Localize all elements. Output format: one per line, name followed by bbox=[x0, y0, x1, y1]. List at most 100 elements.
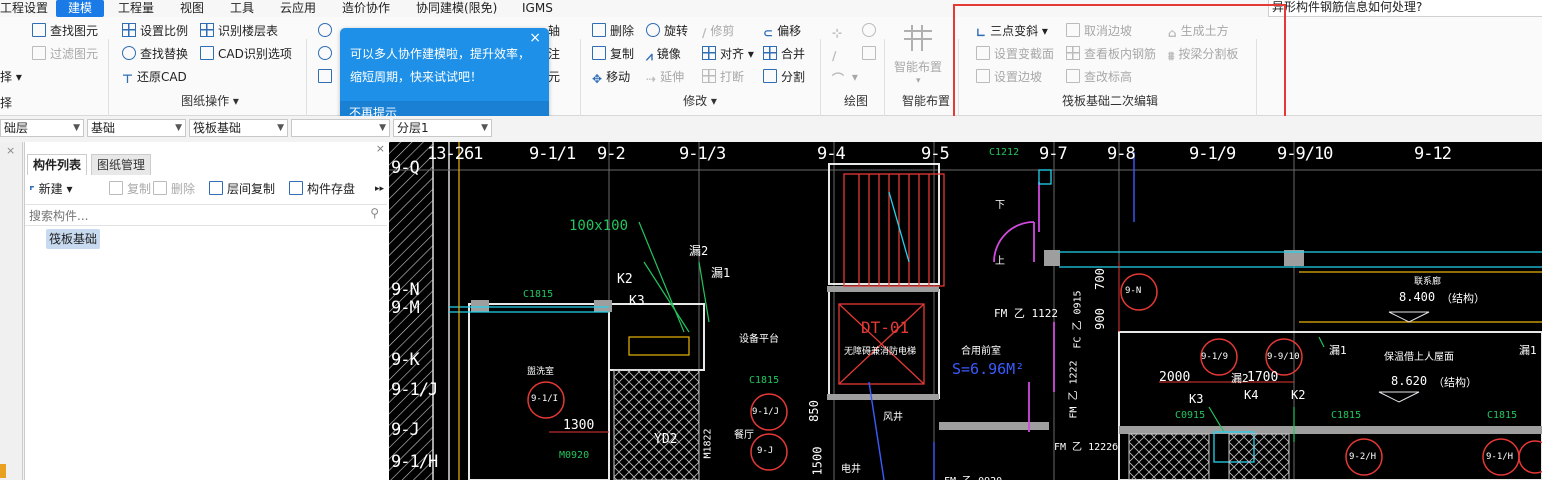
mirror-button[interactable]: ⩘ 镜像 bbox=[646, 44, 681, 64]
axis-button[interactable]: 轴 bbox=[548, 21, 560, 41]
component-item[interactable]: 筏板基础 bbox=[46, 229, 101, 249]
floor-select[interactable]: 础层 ▼ bbox=[0, 119, 84, 137]
menu-project-settings[interactable]: 工程设置 bbox=[0, 0, 48, 17]
find-element-icon bbox=[32, 23, 46, 37]
search-input[interactable] bbox=[27, 207, 361, 225]
trim-icon: ∕ bbox=[702, 26, 707, 40]
restore-cad-button[interactable]: ⊤ 还原CAD bbox=[122, 67, 187, 87]
menu-cost-collab[interactable]: 造价协作 bbox=[342, 0, 390, 17]
trim-button[interactable]: ∕ 修剪 bbox=[702, 21, 734, 41]
align-button[interactable]: 对齐 ▾ bbox=[702, 44, 754, 64]
help-search-box[interactable]: 异形构件钢筋信息如何处理? bbox=[1268, 0, 1542, 17]
cad-label: K3 bbox=[1189, 392, 1204, 406]
close-icon[interactable]: × bbox=[376, 142, 385, 155]
filter-element-button[interactable]: 过滤图元 bbox=[32, 44, 98, 64]
menu-collab-modeling[interactable]: 协同建模(限免) bbox=[416, 0, 497, 17]
cad-label: FM 乙 1222 bbox=[1068, 360, 1080, 419]
draw-circle-button[interactable] bbox=[862, 21, 880, 41]
axis-label-left: 9-K bbox=[391, 350, 420, 370]
search-icon[interactable]: ⚲ bbox=[370, 206, 379, 220]
element-button[interactable]: 元 bbox=[548, 67, 560, 87]
split-icon bbox=[763, 69, 777, 83]
cad-label: FM 乙 0920 bbox=[944, 472, 1002, 480]
axis-bubble-label: 9-J bbox=[757, 446, 774, 456]
identify-floor-table-button[interactable]: 识别楼层表 bbox=[200, 21, 278, 41]
move-icon: ✥ bbox=[592, 72, 603, 86]
cad-dim-label: 700 bbox=[1092, 268, 1107, 290]
menu-igms[interactable]: IGMS bbox=[522, 0, 553, 17]
delete-button[interactable]: 删除 bbox=[592, 21, 634, 41]
partial-icon-2 bbox=[318, 46, 332, 60]
category-select[interactable]: 基础 ▼ bbox=[87, 119, 186, 137]
align-icon bbox=[702, 46, 716, 60]
axis-bubble-label: 9-1/H bbox=[1486, 452, 1514, 462]
tab-drawing-management[interactable]: 图纸管理 bbox=[91, 154, 152, 175]
stair-symbol bbox=[843, 173, 945, 287]
type-select[interactable]: 筏板基础 ▼ bbox=[189, 119, 288, 137]
partial-tool-1[interactable] bbox=[318, 21, 336, 41]
menu-quantity[interactable]: 工程量 bbox=[118, 0, 154, 17]
draw-rect-button[interactable] bbox=[862, 44, 880, 64]
find-replace-button[interactable]: 查找替换 bbox=[122, 44, 188, 64]
cad-label: C1815 bbox=[523, 289, 554, 300]
arc-icon: ⌒ bbox=[832, 72, 845, 86]
menu-view[interactable]: 视图 bbox=[180, 0, 204, 17]
axis-label-left: 9-Q bbox=[391, 158, 420, 178]
find-element-button[interactable]: 查找图元 bbox=[32, 21, 98, 41]
copy-button[interactable]: 复制 bbox=[592, 44, 634, 64]
axis-label-top: 13-261 bbox=[427, 144, 483, 164]
floor-copy-button[interactable]: 层间复制 bbox=[209, 180, 275, 198]
offset-button[interactable]: ⊂ 偏移 bbox=[763, 21, 801, 41]
cad-label: 联系廊 bbox=[1414, 277, 1442, 287]
rect-icon bbox=[862, 46, 876, 60]
cad-label: C1815 bbox=[1487, 410, 1518, 421]
axis-bubble-label: 9-1/9 bbox=[1201, 352, 1229, 362]
axis-label-top: 9-8 bbox=[1107, 144, 1136, 164]
split-button[interactable]: 分割 bbox=[763, 67, 805, 87]
merge-button[interactable]: 合并 bbox=[763, 44, 805, 64]
draw-arc-button[interactable]: ⌒ ▾ bbox=[832, 67, 858, 87]
menu-cloud[interactable]: 云应用 bbox=[280, 0, 316, 17]
cad-identify-options-button[interactable]: CAD识别选项 bbox=[200, 44, 292, 64]
ribbon-separator bbox=[820, 39, 821, 125]
merge-icon bbox=[763, 46, 777, 60]
delete-component-button[interactable]: 删除 bbox=[153, 180, 195, 198]
rotate-button[interactable]: 旋转 bbox=[646, 21, 688, 41]
cad-label: DT-01 bbox=[861, 318, 910, 337]
set-scale-button[interactable]: 设置比例 bbox=[122, 21, 188, 41]
annotate-button[interactable]: 注 bbox=[548, 44, 560, 64]
partial-tool-3[interactable] bbox=[318, 67, 336, 87]
dock-tab-icon[interactable] bbox=[0, 464, 6, 478]
smart-layout-dropdown[interactable]: ▾ bbox=[916, 71, 921, 91]
cad-dim-label: 100x100 bbox=[569, 218, 629, 234]
save-component-button[interactable]: 构件存盘 bbox=[289, 180, 355, 198]
close-icon[interactable]: × bbox=[6, 144, 15, 157]
axis-label-top: 9-5 bbox=[921, 144, 950, 164]
restore-cad-icon: ⊤ bbox=[122, 72, 133, 86]
new-button[interactable]: ⌜ 新建 ▾ bbox=[29, 180, 72, 198]
ribbon: 择 ▾ 择 查找图元 过滤图元 设置比例 查找替换 ⊤ 还原CAD 识别楼层表 C… bbox=[0, 17, 1542, 125]
select-button[interactable]: 择 ▾ bbox=[0, 67, 22, 87]
tab-component-list[interactable]: 构件列表 bbox=[27, 154, 88, 175]
extend-button[interactable]: ⇢ 延伸 bbox=[646, 67, 684, 87]
component-list-panel: × 构件列表 图纸管理 ⌜新建 ▾ 复制 删除 层间复制 构件存盘 ▸▸ ⚲ 筏… bbox=[24, 142, 390, 480]
cad-label: 餐厅 bbox=[734, 430, 754, 441]
sublayer-select[interactable]: 分层1 ▼ bbox=[393, 119, 492, 137]
menu-tools[interactable]: 工具 bbox=[230, 0, 254, 17]
draw-line-button[interactable]: ∕ bbox=[832, 44, 840, 64]
component-select[interactable]: ▼ bbox=[291, 119, 390, 137]
cad-label: YD2 bbox=[654, 432, 678, 447]
cad-dim-label: 1500 bbox=[810, 446, 825, 476]
cad-canvas[interactable]: 13-261 9-1/1 9-2 9-1/3 9-4 9-5 9-7 9-8 9… bbox=[389, 142, 1542, 480]
partial-tool-2[interactable] bbox=[318, 44, 336, 64]
axis-label-left: 9-1/J bbox=[391, 380, 438, 400]
move-button[interactable]: ✥ 移动 bbox=[592, 67, 630, 87]
cad-label: FM 乙 1222б bbox=[1054, 442, 1119, 453]
menu-modeling[interactable]: 建模 bbox=[56, 0, 104, 17]
break-button[interactable]: 打断 bbox=[702, 67, 744, 87]
axis-label-top: 9-1/1 bbox=[529, 144, 576, 164]
rotate-icon bbox=[646, 23, 660, 37]
draw-point-button[interactable]: ⊹ bbox=[832, 21, 846, 41]
copy-component-button[interactable]: 复制 bbox=[109, 180, 151, 198]
more-icon[interactable]: ▸▸ bbox=[375, 180, 384, 198]
